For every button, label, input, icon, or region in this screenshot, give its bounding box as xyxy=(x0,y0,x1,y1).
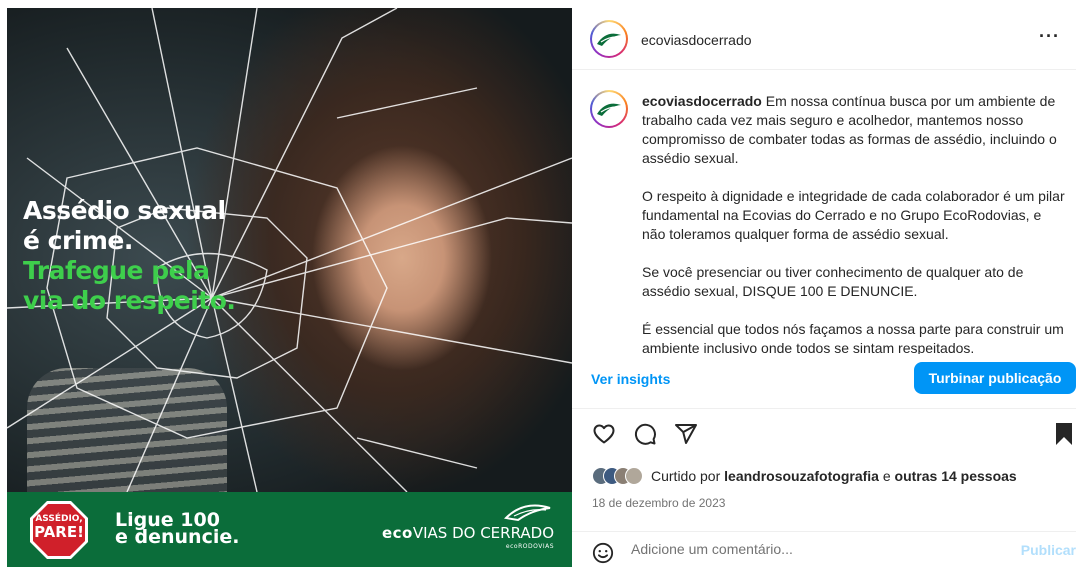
headline-line-4: via do respeito. xyxy=(23,286,236,315)
call-to-action-text: Ligue 100 e denuncie. xyxy=(115,511,240,548)
bookmark-icon[interactable] xyxy=(1054,422,1074,446)
caption-avatar[interactable] xyxy=(590,90,628,128)
headline-line-1: Assédio sexual xyxy=(23,196,226,225)
leaf-logo-icon xyxy=(504,504,551,522)
post-header: ecoviasdocerrado ··· xyxy=(572,8,1076,70)
ligue-line-2: e denuncie. xyxy=(115,526,240,548)
likes-summary: Curtido por leandrosouzafotografia e out… xyxy=(592,465,1062,487)
comment-bar: Publicar xyxy=(572,531,1076,567)
post-caption: ecoviasdocerrado Em nossa contínua busca… xyxy=(642,92,1066,354)
campaign-headline: Assédio sexual é crime. Trafegue pela vi… xyxy=(23,196,236,316)
publish-comment-button[interactable]: Publicar xyxy=(1021,542,1076,558)
likes-others-link[interactable]: outras 14 pessoas xyxy=(895,468,1017,484)
caption-scroll-area[interactable]: ecoviasdocerrado Em nossa contínua busca… xyxy=(572,70,1076,354)
caption-paragraph-3: Se você presenciar ou tiver conhecimento… xyxy=(642,264,1024,299)
heart-icon[interactable] xyxy=(592,422,616,446)
brand-sub: ecoRODOVIAS xyxy=(505,543,554,550)
comment-icon[interactable] xyxy=(633,422,657,446)
share-icon[interactable] xyxy=(674,422,698,446)
stop-sign-text: ASSÉDIO, PARE! xyxy=(29,514,89,541)
liker-avatars[interactable] xyxy=(592,467,643,485)
post-side-panel: ecoviasdocerrado ··· ecoviasdocerrado Em… xyxy=(572,8,1076,567)
likes-prefix: Curtido por xyxy=(651,468,725,484)
more-horizontal-icon[interactable]: ··· xyxy=(1039,26,1060,47)
brand-rest: VIAS DO CERRADO xyxy=(412,524,554,542)
post-image[interactable]: Assédio sexual é crime. Trafegue pela vi… xyxy=(7,8,572,567)
ecovias-leaf-icon xyxy=(597,103,621,116)
headline-line-3: Trafegue pela xyxy=(23,256,210,285)
boost-post-button[interactable]: Turbinar publicação xyxy=(914,362,1076,394)
caption-paragraph-2: O respeito à dignidade e integridade de … xyxy=(642,188,1065,242)
caption-paragraph-4: É essencial que todos nós façamos a noss… xyxy=(642,321,1064,354)
avatar[interactable] xyxy=(590,20,628,58)
headline-line-2: é crime. xyxy=(23,226,133,255)
caption-username[interactable]: ecoviasdocerrado xyxy=(642,93,762,109)
ecovias-leaf-icon xyxy=(597,33,621,46)
campaign-footer-band: ASSÉDIO, PARE! Ligue 100 e denuncie. eco… xyxy=(7,492,572,567)
action-bar xyxy=(572,420,1076,452)
post-date[interactable]: 18 de dezembro de 2023 xyxy=(592,496,725,510)
header-username[interactable]: ecoviasdocerrado xyxy=(641,32,752,48)
stop-line-2: PARE! xyxy=(34,523,84,541)
likes-text: Curtido por leandrosouzafotografia e out… xyxy=(651,468,1017,484)
emoji-icon[interactable] xyxy=(592,542,614,564)
brand-bold: eco xyxy=(381,524,413,542)
brand-logo: ecoVIAS DO CERRADO ecoRODOVIAS xyxy=(382,524,554,550)
view-insights-link[interactable]: Ver insights xyxy=(591,371,670,387)
likes-user-link[interactable]: leandrosouzafotografia xyxy=(724,468,879,484)
likes-middle: e xyxy=(878,468,895,484)
insights-bar: Ver insights Turbinar publicação xyxy=(572,354,1076,409)
comment-input[interactable] xyxy=(631,541,1011,557)
